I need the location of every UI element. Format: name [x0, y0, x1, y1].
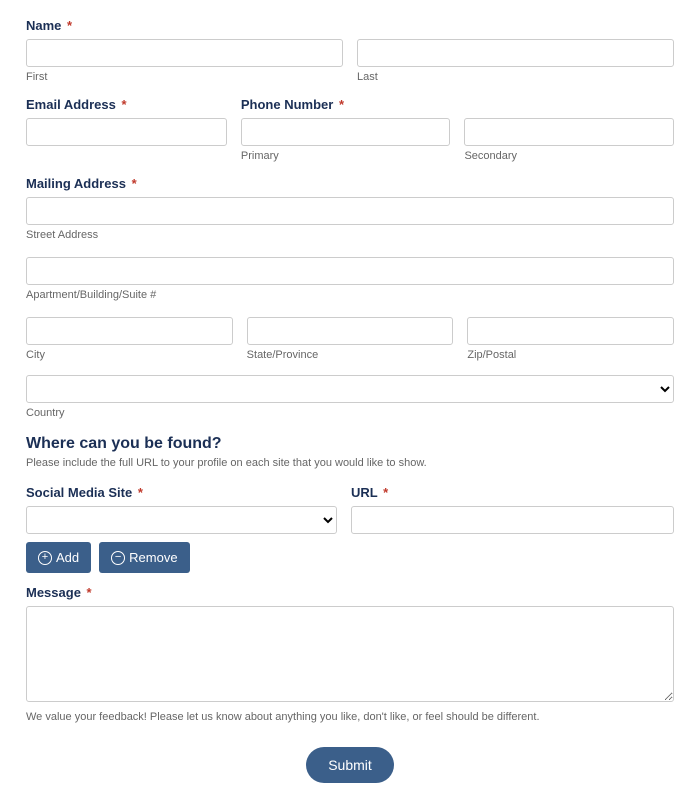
required-marker: *: [339, 97, 344, 112]
url-label: URL *: [351, 485, 674, 500]
minus-icon: −: [111, 551, 125, 565]
mailing-address-label: Mailing Address *: [26, 176, 674, 191]
country-sublabel: Country: [26, 407, 65, 419]
name-label: Name *: [26, 18, 674, 33]
name-label-text: Name: [26, 18, 61, 33]
required-marker: *: [67, 18, 72, 33]
phone-label: Phone Number *: [241, 97, 674, 112]
country-select[interactable]: [26, 375, 674, 403]
required-marker: *: [138, 485, 143, 500]
remove-button[interactable]: − Remove: [99, 542, 189, 573]
phone-primary-sublabel: Primary: [241, 150, 451, 162]
state-sublabel: State/Province: [247, 349, 454, 361]
submit-button[interactable]: Submit: [306, 747, 394, 783]
add-button[interactable]: + Add: [26, 542, 91, 573]
remove-button-label: Remove: [129, 550, 177, 565]
add-button-label: Add: [56, 550, 79, 565]
message-label: Message *: [26, 585, 674, 600]
first-name-sublabel: First: [26, 71, 343, 83]
social-site-select[interactable]: [26, 506, 337, 534]
social-site-label: Social Media Site *: [26, 485, 337, 500]
street-sublabel: Street Address: [26, 229, 98, 241]
zip-input[interactable]: [467, 317, 674, 345]
last-name-input[interactable]: [357, 39, 674, 67]
required-marker: *: [87, 585, 92, 600]
apt-sublabel: Apartment/Building/Suite #: [26, 289, 156, 301]
phone-label-text: Phone Number: [241, 97, 333, 112]
email-input[interactable]: [26, 118, 227, 146]
first-name-input[interactable]: [26, 39, 343, 67]
url-label-text: URL: [351, 485, 377, 500]
message-label-text: Message: [26, 585, 81, 600]
phone-secondary-sublabel: Secondary: [464, 150, 674, 162]
phone-secondary-input[interactable]: [464, 118, 674, 146]
plus-icon: +: [38, 551, 52, 565]
city-input[interactable]: [26, 317, 233, 345]
social-heading: Where can you be found?: [26, 435, 674, 453]
phone-primary-input[interactable]: [241, 118, 451, 146]
state-input[interactable]: [247, 317, 454, 345]
url-input[interactable]: [351, 506, 674, 534]
street-address-input[interactable]: [26, 197, 674, 225]
zip-sublabel: Zip/Postal: [467, 349, 674, 361]
required-marker: *: [383, 485, 388, 500]
city-sublabel: City: [26, 349, 233, 361]
apt-input[interactable]: [26, 257, 674, 285]
message-helper: We value your feedback! Please let us kn…: [26, 711, 674, 723]
mailing-address-label-text: Mailing Address: [26, 176, 126, 191]
required-marker: *: [132, 176, 137, 191]
message-textarea[interactable]: [26, 606, 674, 702]
social-site-label-text: Social Media Site: [26, 485, 132, 500]
last-name-sublabel: Last: [357, 71, 674, 83]
social-subtext: Please include the full URL to your prof…: [26, 457, 674, 469]
required-marker: *: [121, 97, 126, 112]
email-label-text: Email Address: [26, 97, 116, 112]
email-label: Email Address *: [26, 97, 227, 112]
